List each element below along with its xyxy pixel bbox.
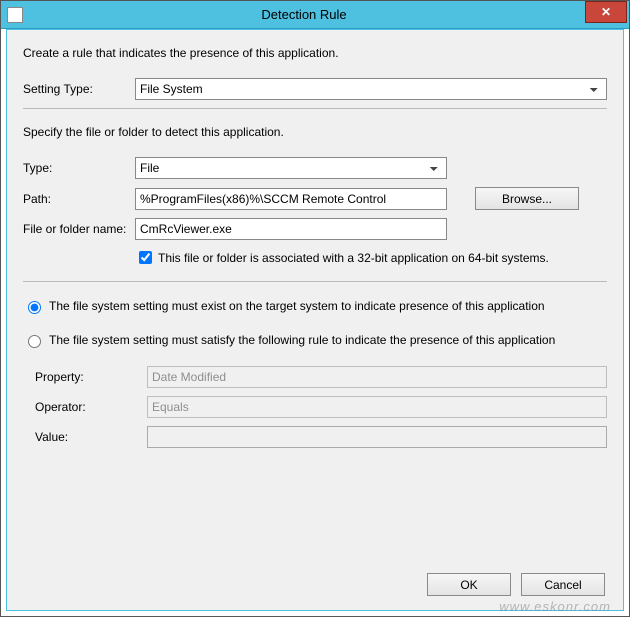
radio-satisfy-rule[interactable] [28,335,41,348]
assoc-32bit-label: This file or folder is associated with a… [158,251,549,265]
intro-text: Create a rule that indicates the presenc… [23,46,607,60]
type-label: Type: [23,161,135,175]
setting-type-label: Setting Type: [23,82,135,96]
specify-header: Specify the file or folder to detect thi… [23,125,607,139]
radio-must-exist-label: The file system setting must exist on th… [49,299,545,313]
window-title: Detection Rule [23,7,585,22]
path-input[interactable] [135,188,447,210]
operator-label: Operator: [35,400,147,414]
radio-satisfy-rule-label: The file system setting must satisfy the… [49,333,555,347]
path-label: Path: [23,192,135,206]
divider-2 [23,281,607,282]
value-input [147,426,607,448]
close-button[interactable]: ✕ [585,1,627,23]
value-label: Value: [35,430,147,444]
file-name-label: File or folder name: [23,222,135,236]
setting-type-select[interactable]: File System [135,78,607,100]
radio-must-exist[interactable] [28,301,41,314]
file-name-input[interactable] [135,218,447,240]
assoc-32bit-checkbox[interactable] [139,251,152,264]
close-icon: ✕ [601,5,611,19]
system-menu-icon[interactable] [7,7,23,23]
property-select: Date Modified [147,366,607,388]
ok-button[interactable]: OK [427,573,511,596]
divider-1 [23,108,607,109]
titlebar: Detection Rule ✕ [1,1,629,29]
property-label: Property: [35,370,147,384]
browse-button[interactable]: Browse... [475,187,579,210]
cancel-button[interactable]: Cancel [521,573,605,596]
client-area: Create a rule that indicates the presenc… [7,30,623,610]
type-select[interactable]: File [135,157,447,179]
operator-select: Equals [147,396,607,418]
